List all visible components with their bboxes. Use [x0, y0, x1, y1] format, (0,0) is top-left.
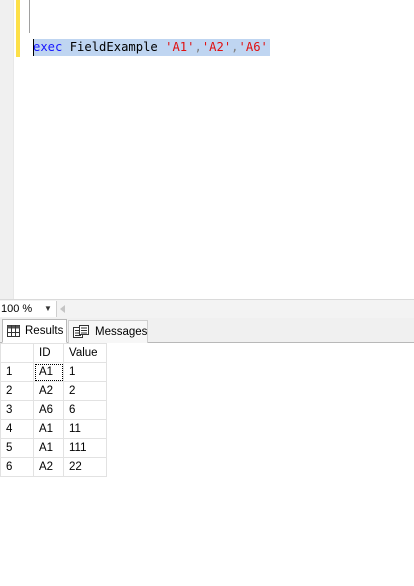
- cell-value[interactable]: 6: [63, 400, 107, 420]
- zoom-value: 100 %: [1, 303, 33, 315]
- code-line-selected[interactable]: exec FieldExample 'A1','A2','A6': [33, 39, 270, 56]
- column-header-value[interactable]: Value: [63, 343, 107, 363]
- table-row: 1 A1 1: [0, 362, 107, 382]
- arg-3: 'A6': [238, 40, 268, 54]
- tab-results[interactable]: Results: [2, 319, 67, 343]
- row-number[interactable]: 4: [0, 419, 34, 439]
- separator-2: ,: [231, 40, 239, 54]
- separator-1: ,: [194, 40, 202, 54]
- procedure-name: FieldExample: [69, 40, 158, 54]
- table-row: 6 A2 22: [0, 457, 107, 477]
- arg-2: 'A2': [201, 40, 232, 54]
- text-caret: [33, 39, 34, 56]
- cell-id[interactable]: A1: [33, 438, 64, 458]
- grid-icon: [7, 325, 20, 337]
- keyword-exec: exec: [33, 40, 63, 54]
- row-number[interactable]: 1: [0, 362, 34, 382]
- table-row: 5 A1 111: [0, 438, 107, 458]
- table-row: 2 A2 2: [0, 381, 107, 401]
- cell-id[interactable]: A1: [33, 419, 64, 439]
- results-grid-panel: ID Value 1 A1 1 2 A2 2 3 A6 6 4 A1 11 5 …: [0, 343, 414, 586]
- cell-value[interactable]: 111: [63, 438, 107, 458]
- row-number[interactable]: 6: [0, 457, 34, 477]
- zoom-dropdown[interactable]: 100 % ▼: [0, 301, 57, 317]
- editor-gutter: [0, 0, 13, 299]
- grid-header-row: ID Value: [0, 343, 107, 363]
- cell-value[interactable]: 11: [63, 419, 107, 439]
- editor-margin-divider: [13, 0, 14, 299]
- results-grid: ID Value 1 A1 1 2 A2 2 3 A6 6 4 A1 11 5 …: [0, 343, 107, 477]
- tab-results-label: Results: [25, 325, 64, 337]
- cell-value[interactable]: 1: [63, 362, 107, 382]
- outline-marker: [29, 0, 30, 33]
- cell-value[interactable]: 2: [63, 381, 107, 401]
- column-header-id[interactable]: ID: [33, 343, 64, 363]
- row-number[interactable]: 2: [0, 381, 34, 401]
- cell-id[interactable]: A1: [33, 362, 64, 382]
- cell-id[interactable]: A2: [33, 381, 64, 401]
- table-row: 3 A6 6: [0, 400, 107, 420]
- scroll-left-icon[interactable]: [60, 305, 65, 313]
- row-number[interactable]: 5: [0, 438, 34, 458]
- cell-id[interactable]: A6: [33, 400, 64, 420]
- editor-status-bar: 100 % ▼: [0, 299, 414, 319]
- chevron-down-icon: ▼: [44, 304, 52, 313]
- row-number[interactable]: 3: [0, 400, 34, 420]
- tab-messages[interactable]: Messages: [68, 320, 148, 343]
- results-tab-strip: Results Messages: [0, 318, 414, 343]
- messages-icon: [73, 325, 89, 338]
- grid-corner-cell[interactable]: [0, 343, 34, 363]
- query-editor[interactable]: exec FieldExample 'A1','A2','A6': [0, 0, 414, 299]
- cell-id[interactable]: A2: [33, 457, 64, 477]
- cell-value[interactable]: 22: [63, 457, 107, 477]
- tab-messages-label: Messages: [95, 326, 148, 338]
- table-row: 4 A1 11: [0, 419, 107, 439]
- change-tracking-bar: [16, 0, 20, 57]
- arg-1: 'A1': [165, 40, 195, 54]
